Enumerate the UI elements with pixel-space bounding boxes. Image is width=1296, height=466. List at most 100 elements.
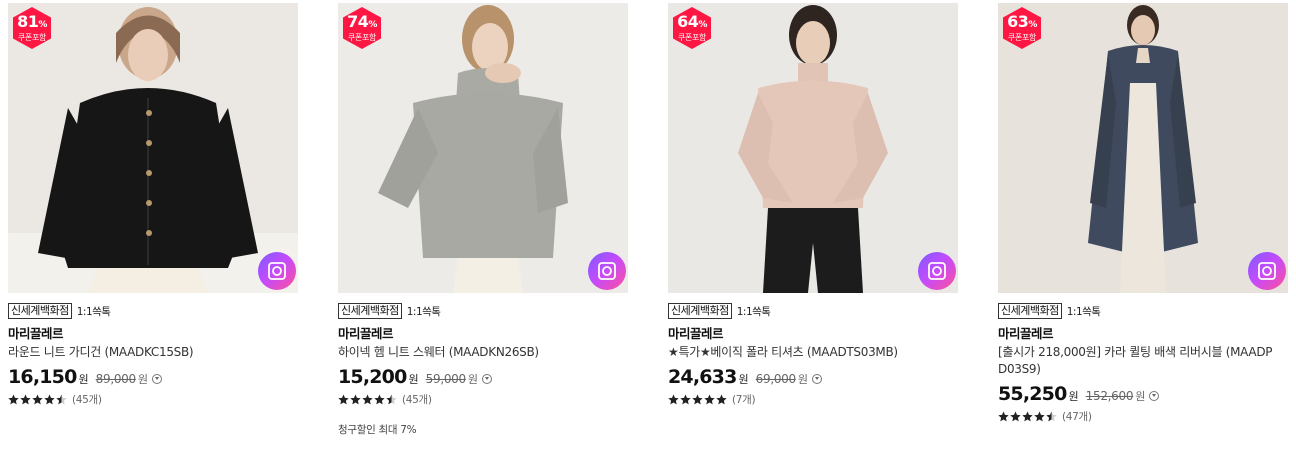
star-icon bbox=[1046, 411, 1057, 421]
price-info-icon[interactable] bbox=[1149, 391, 1160, 401]
star-icon bbox=[1034, 411, 1045, 421]
discount-badge: 64% 쿠폰포함 bbox=[670, 6, 714, 50]
camera-lens-icon bbox=[268, 262, 286, 280]
brand-name[interactable]: 마리끌레르 bbox=[668, 325, 958, 343]
star-rating bbox=[668, 394, 728, 405]
discount-percent: 64% bbox=[677, 12, 707, 31]
product-image[interactable]: 74% 쿠폰포함 bbox=[338, 3, 628, 293]
review-count[interactable]: (45개) bbox=[72, 392, 102, 407]
camera-lens-icon bbox=[928, 262, 946, 280]
price-row: 15,200 원 59,000 원 bbox=[338, 366, 628, 390]
product-name[interactable]: 라운드 니트 가디건 (MAADKC15SB) bbox=[8, 344, 298, 361]
brand-name[interactable]: 마리끌레르 bbox=[338, 325, 628, 343]
currency-unit: 원 bbox=[738, 373, 749, 386]
star-icon bbox=[56, 394, 67, 404]
price-row: 55,250 원 152,600 원 bbox=[998, 383, 1288, 407]
image-search-button[interactable] bbox=[918, 252, 956, 290]
original-price: 89,000 bbox=[95, 372, 137, 386]
dept-store-tag: 신세계백화점 bbox=[998, 303, 1062, 319]
rating-row: (45개) bbox=[8, 392, 298, 406]
brand-name[interactable]: 마리끌레르 bbox=[8, 325, 298, 343]
star-icon bbox=[692, 394, 703, 404]
star-icon bbox=[998, 411, 1009, 421]
sale-price: 15,200 bbox=[338, 366, 407, 388]
discount-percent: 63% bbox=[1007, 12, 1037, 31]
tag-row: 신세계백화점 1:1쓱톡 bbox=[668, 302, 958, 320]
dept-store-tag: 신세계백화점 bbox=[8, 303, 72, 319]
discount-percent: 74% bbox=[347, 12, 377, 31]
product-card[interactable]: 74% 쿠폰포함 신세계백화점 1:1쓱톡 마리끌레르 하이넥 헴 니트 스웨터… bbox=[338, 3, 628, 437]
camera-lens-icon bbox=[1258, 262, 1276, 280]
product-name[interactable]: ★특가★베이직 폴라 티셔츠 (MAADTS03MB) bbox=[668, 344, 958, 361]
currency-unit: 원 bbox=[78, 373, 89, 386]
chat-tag: 1:1쓱톡 bbox=[1066, 305, 1101, 318]
currency-unit: 원 bbox=[137, 373, 148, 386]
currency-unit: 원 bbox=[408, 373, 419, 386]
chat-tag: 1:1쓱톡 bbox=[406, 305, 441, 318]
original-price: 152,600 bbox=[1085, 389, 1134, 403]
rating-row: (45개) bbox=[338, 392, 628, 406]
star-icon bbox=[350, 394, 361, 404]
star-rating bbox=[8, 394, 68, 405]
star-icon bbox=[668, 394, 679, 404]
card-discount-note: 청구할인 최대 7% bbox=[338, 424, 417, 436]
price-info-icon[interactable] bbox=[151, 374, 162, 384]
star-icon bbox=[1022, 411, 1033, 421]
image-search-button[interactable] bbox=[258, 252, 296, 290]
dept-store-tag: 신세계백화점 bbox=[668, 303, 732, 319]
image-search-button[interactable] bbox=[588, 252, 626, 290]
price-info-icon[interactable] bbox=[481, 374, 492, 384]
star-icon bbox=[1010, 411, 1021, 421]
coupon-label: 쿠폰포함 bbox=[17, 33, 47, 42]
star-icon bbox=[20, 394, 31, 404]
product-image[interactable]: 64% 쿠폰포함 bbox=[668, 3, 958, 293]
product-name[interactable]: [출시가 218,000원] 카라 퀼팅 배색 리버시블 (MAADP D03S… bbox=[998, 344, 1288, 378]
image-search-button[interactable] bbox=[1248, 252, 1286, 290]
review-count[interactable]: (47개) bbox=[1062, 409, 1092, 424]
coupon-label: 쿠폰포함 bbox=[347, 33, 377, 42]
star-icon bbox=[44, 394, 55, 404]
coupon-label: 쿠폰포함 bbox=[677, 33, 707, 42]
tag-row: 신세계백화점 1:1쓱톡 bbox=[8, 302, 298, 320]
brand-name[interactable]: 마리끌레르 bbox=[998, 325, 1288, 343]
chat-tag: 1:1쓱톡 bbox=[76, 305, 111, 318]
tag-row: 신세계백화점 1:1쓱톡 bbox=[338, 302, 628, 320]
review-count[interactable]: (7개) bbox=[732, 392, 756, 407]
price-row: 16,150 원 89,000 원 bbox=[8, 366, 298, 390]
discount-badge: 63% 쿠폰포함 bbox=[1000, 6, 1044, 50]
product-image[interactable]: 81% 쿠폰포함 bbox=[8, 3, 298, 293]
review-count[interactable]: (45개) bbox=[402, 392, 432, 407]
product-image[interactable]: 63% 쿠폰포함 bbox=[998, 3, 1288, 293]
star-icon bbox=[338, 394, 349, 404]
tag-row: 신세계백화점 1:1쓱톡 bbox=[998, 302, 1288, 320]
star-icon bbox=[716, 394, 727, 404]
price-info-icon[interactable] bbox=[811, 374, 822, 384]
star-icon bbox=[374, 394, 385, 404]
star-rating bbox=[338, 394, 398, 405]
star-rating bbox=[998, 411, 1058, 422]
product-card[interactable]: 64% 쿠폰포함 신세계백화점 1:1쓱톡 마리끌레르 ★특가★베이직 폴라 티… bbox=[668, 3, 958, 406]
price-row: 24,633 원 69,000 원 bbox=[668, 366, 958, 390]
product-card[interactable]: 63% 쿠폰포함 신세계백화점 1:1쓱톡 마리끌레르 [출시가 218,000… bbox=[998, 3, 1288, 423]
rating-row: (47개) bbox=[998, 409, 1288, 423]
product-name[interactable]: 하이넥 헴 니트 스웨터 (MAADKN26SB) bbox=[338, 344, 628, 361]
star-icon bbox=[704, 394, 715, 404]
star-icon bbox=[32, 394, 43, 404]
star-icon bbox=[386, 394, 397, 404]
star-icon bbox=[680, 394, 691, 404]
chat-tag: 1:1쓱톡 bbox=[736, 305, 771, 318]
currency-unit: 원 bbox=[797, 373, 808, 386]
sale-price: 24,633 bbox=[668, 366, 737, 388]
discount-badge: 74% 쿠폰포함 bbox=[340, 6, 384, 50]
star-icon bbox=[8, 394, 19, 404]
currency-unit: 원 bbox=[467, 373, 478, 386]
currency-unit: 원 bbox=[1068, 390, 1079, 403]
discount-badge: 81% 쿠폰포함 bbox=[10, 6, 54, 50]
product-card[interactable]: 81% 쿠폰포함 신세계백화점 1:1쓱톡 마리끌레르 라운드 니트 가디건 (… bbox=[8, 3, 298, 406]
original-price: 69,000 bbox=[755, 372, 797, 386]
sale-price: 55,250 bbox=[998, 383, 1067, 405]
currency-unit: 원 bbox=[1135, 390, 1146, 403]
star-icon bbox=[362, 394, 373, 404]
dept-store-tag: 신세계백화점 bbox=[338, 303, 402, 319]
rating-row: (7개) bbox=[668, 392, 958, 406]
